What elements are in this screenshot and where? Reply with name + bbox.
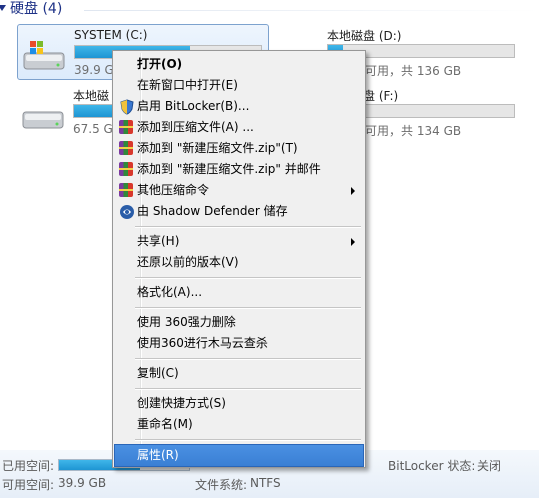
menu-item-open[interactable]: 打开(O) xyxy=(115,54,363,75)
menu-separator xyxy=(135,358,361,360)
shadow-defender-icon xyxy=(120,205,134,219)
menu-item-360-force-delete[interactable]: 使用 360强力删除 xyxy=(115,312,363,333)
collapse-chevron-icon[interactable] xyxy=(0,5,6,11)
menu-item-rename[interactable]: 重命名(M) xyxy=(115,414,363,435)
shield-icon xyxy=(120,99,134,115)
menu-separator xyxy=(135,226,361,228)
windows-drive-icon xyxy=(23,41,65,70)
winrar-icon xyxy=(119,183,133,197)
menu-item-open-new-window[interactable]: 在新窗口中打开(E) xyxy=(115,75,363,96)
menu-separator xyxy=(135,388,361,390)
free-space-label: 可用空间: xyxy=(2,478,55,492)
menu-item-add-to-zip[interactable]: 添加到 "新建压缩文件.zip"(T) xyxy=(115,138,363,159)
section-title: 硬盘 (4) xyxy=(10,1,63,17)
hard-drive-icon xyxy=(22,111,64,129)
drive-d-space: B 可用，共 136 GB xyxy=(353,64,462,78)
menu-separator xyxy=(135,439,361,441)
menu-item-add-to-zip-email[interactable]: 添加到 "新建压缩文件.zip" 并邮件 xyxy=(115,159,363,180)
menu-item-copy[interactable]: 复制(C) xyxy=(115,363,363,384)
menu-item-properties[interactable]: 属性(R) xyxy=(114,444,364,467)
menu-item-360-cloud-scan[interactable]: 使用360进行木马云查杀 xyxy=(115,333,363,354)
drive-e-space: 67.5 G xyxy=(73,122,113,136)
submenu-arrow-icon xyxy=(351,238,355,246)
drive-f-space: B 可用，共 134 GB xyxy=(353,124,462,138)
drive-c-name: SYSTEM (C:) xyxy=(74,28,148,42)
menu-item-other-compress[interactable]: 其他压缩命令 xyxy=(115,180,363,201)
drive-d-name: 本地磁盘 (D:) xyxy=(327,29,402,43)
hard-disks-section-header[interactable]: 硬盘 (4) xyxy=(0,0,539,20)
drive-e-name: 本地磁 xyxy=(73,89,110,103)
winrar-icon xyxy=(119,141,133,155)
menu-item-create-shortcut[interactable]: 创建快捷方式(S) xyxy=(115,393,363,414)
drive-f-name: 盘 (F:) xyxy=(363,89,399,103)
winrar-icon xyxy=(119,120,133,134)
menu-item-format[interactable]: 格式化(A)... xyxy=(115,282,363,303)
section-divider xyxy=(84,10,539,11)
bitlocker-value: 关闭 xyxy=(477,459,502,473)
menu-item-add-to-archive[interactable]: 添加到压缩文件(A) ... xyxy=(115,117,363,138)
context-menu: 打开(O) 在新窗口中打开(E) 启用 BitLocker(B)... 添加到压… xyxy=(112,50,366,468)
menu-item-share[interactable]: 共享(H) xyxy=(115,231,363,252)
winrar-icon xyxy=(119,162,133,176)
bitlocker-label: BitLocker 状态: xyxy=(388,459,476,473)
menu-separator xyxy=(135,277,361,279)
menu-item-shadow-defender[interactable]: 由 Shadow Defender 储存 xyxy=(115,201,363,222)
used-space-label: 已用空间: xyxy=(2,459,55,473)
free-space-value: 39.9 GB xyxy=(58,476,107,490)
menu-item-bitlocker[interactable]: 启用 BitLocker(B)... xyxy=(115,96,363,117)
filesystem-label: 文件系统: xyxy=(195,478,248,492)
menu-separator xyxy=(135,307,361,309)
submenu-arrow-icon xyxy=(351,187,355,195)
filesystem-value: NTFS xyxy=(250,476,281,490)
menu-item-restore-previous[interactable]: 还原以前的版本(V) xyxy=(115,252,363,273)
